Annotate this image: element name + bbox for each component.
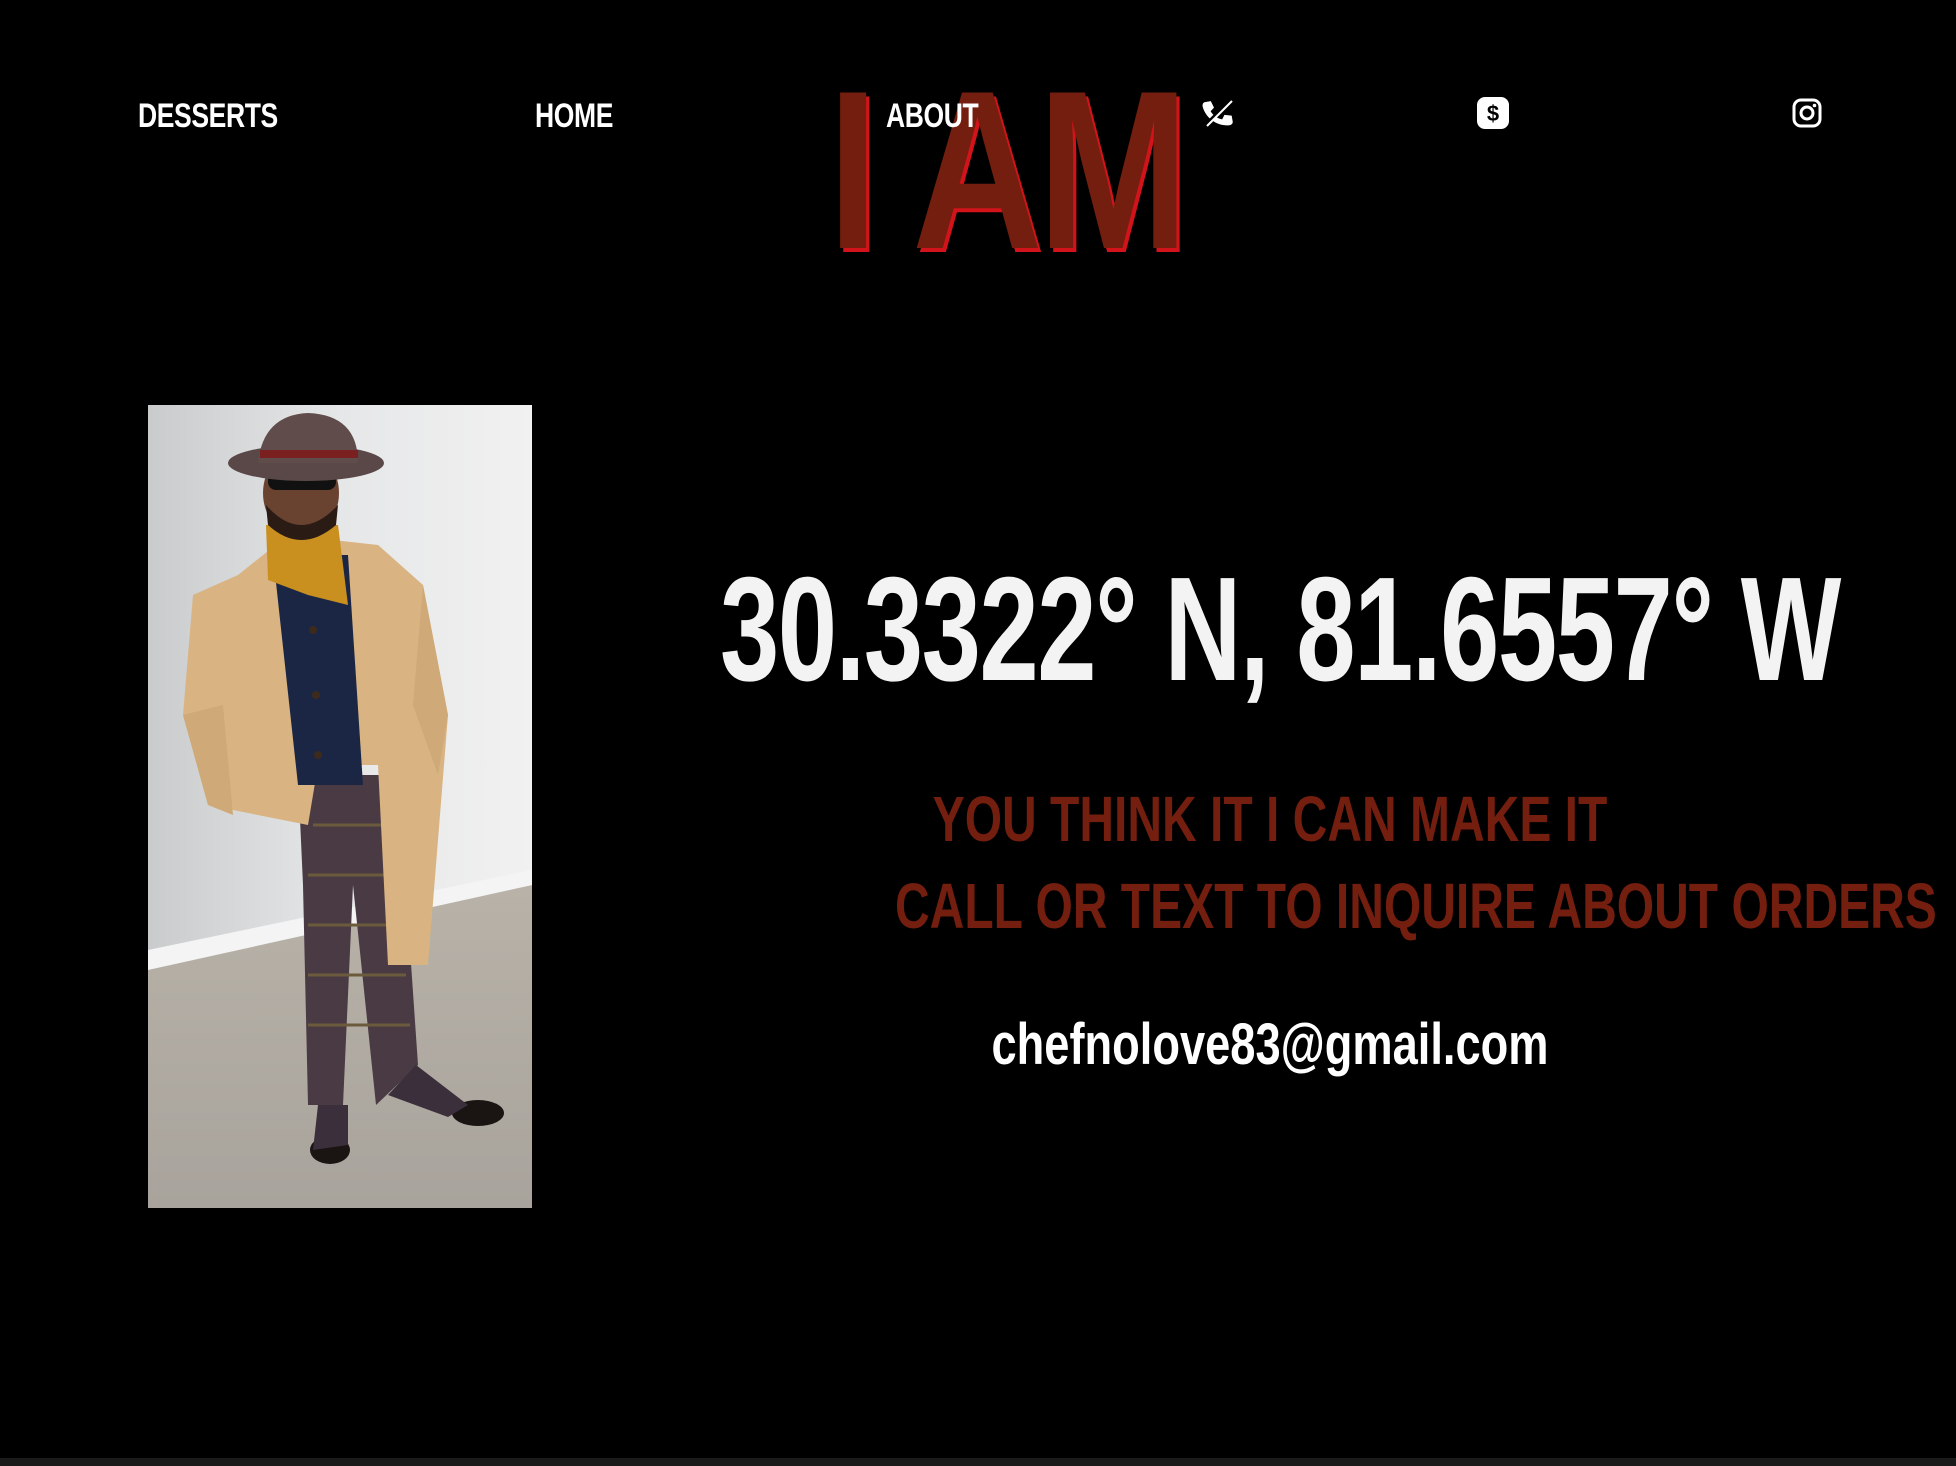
svg-text:$: $ — [1487, 101, 1499, 126]
phone-icon-graphic — [1202, 98, 1233, 128]
email-link[interactable]: chefnolove83@gmail.com — [919, 1010, 1621, 1080]
instagram-icon[interactable] — [1790, 96, 1824, 130]
instagram-icon-graphic — [1792, 98, 1822, 128]
cash-app-icon-graphic: $ — [1477, 97, 1509, 129]
nav-link-about[interactable]: ABOUT — [886, 96, 979, 136]
chef-photo-illustration — [148, 405, 532, 1208]
nav-link-desserts[interactable]: DESSERTS — [138, 96, 278, 136]
bottom-edge — [0, 1458, 1956, 1466]
tagline-line-1: YOU THINK IT I CAN MAKE IT — [932, 783, 1608, 855]
location-coordinates: 30.3322° N, 81.6557° W — [720, 547, 1841, 712]
phone-icon[interactable] — [1201, 96, 1235, 130]
tagline-line-2: CALL OR TEXT TO INQUIRE ABOUT ORDERS — [895, 870, 1937, 942]
page: DESSERTS HOME I AM ABOUT $ 30.3322° N, 8… — [0, 0, 1956, 1466]
cash-app-icon[interactable]: $ — [1476, 96, 1510, 130]
site-title: I AM — [828, 43, 1189, 296]
nav-link-home[interactable]: HOME — [535, 96, 613, 136]
chef-photo — [148, 405, 532, 1208]
